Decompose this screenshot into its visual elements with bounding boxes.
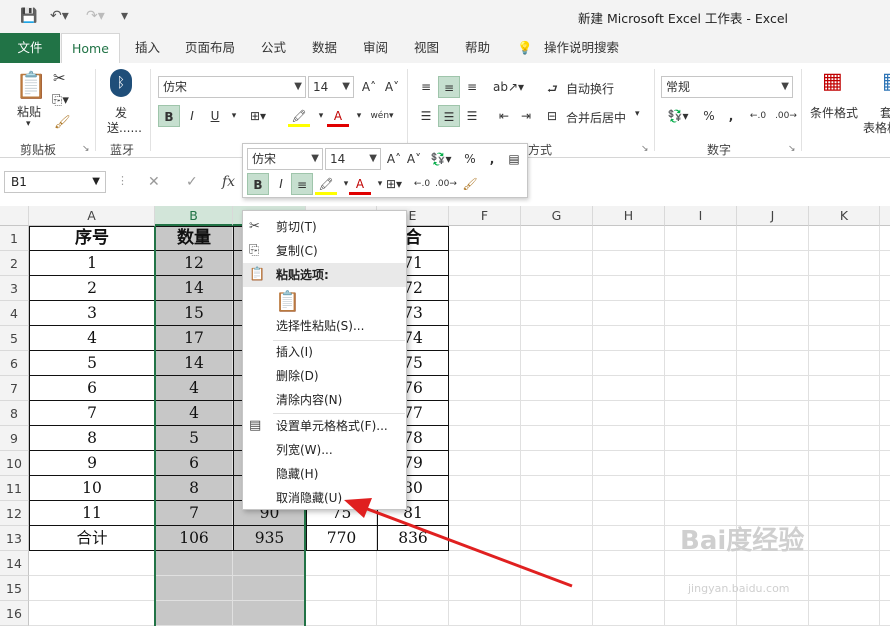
arrow-shaft xyxy=(361,505,573,588)
watermark-url: jingyan.baidu.com xyxy=(688,582,790,595)
arrow-head xyxy=(344,498,372,518)
watermark-logo: Bai度经验 xyxy=(680,526,805,556)
